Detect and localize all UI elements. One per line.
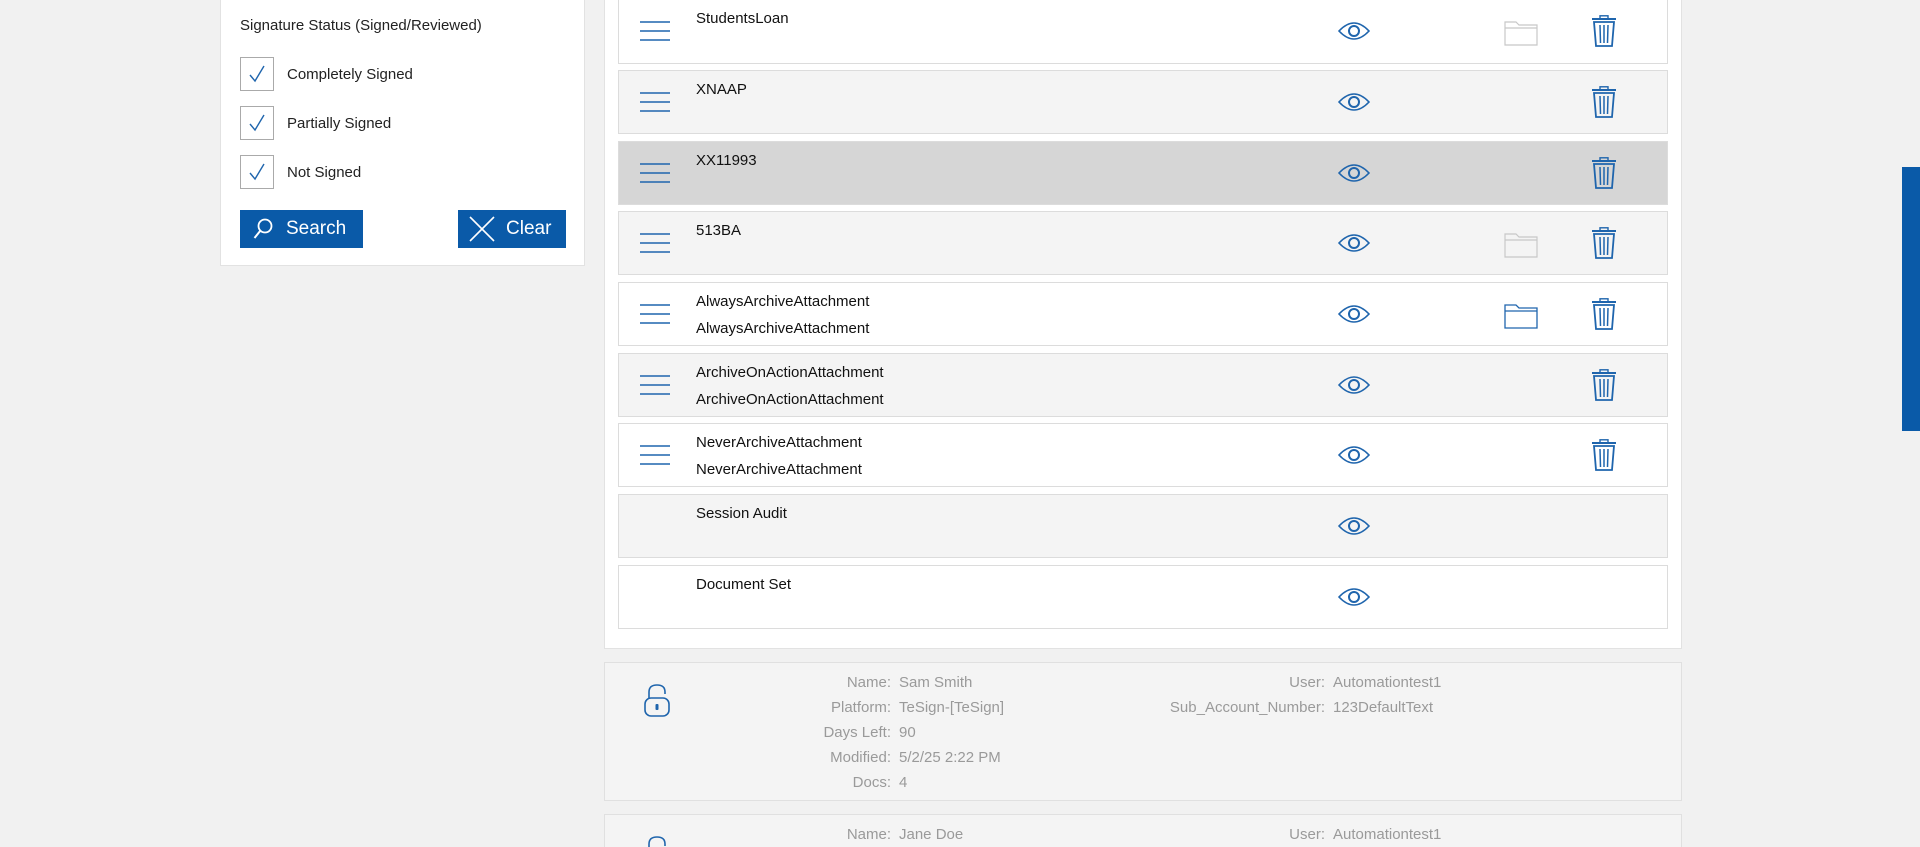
document-name: Document Set <box>696 576 792 593</box>
filter-title: Signature Status (Signed/Reviewed) <box>240 17 482 34</box>
attachment-name: ArchiveOnActionAttachment <box>696 391 884 408</box>
partially-signed-option[interactable]: Partially Signed <box>240 106 391 140</box>
platform-label: Platform: <box>830 699 891 716</box>
partially-signed-checkbox[interactable] <box>240 106 274 140</box>
session-card[interactable]: Name: Sam Smith Platform: TeSign-[TeSign… <box>604 662 1682 801</box>
document-row[interactable]: Session Audit <box>618 494 1668 558</box>
name-label: Name: <box>846 674 891 691</box>
checkmark-icon <box>249 163 265 181</box>
document-name: AlwaysArchiveAttachment <box>696 293 870 310</box>
menu-icon[interactable] <box>639 374 671 396</box>
folder-icon[interactable] <box>1504 301 1538 329</box>
user-value: Automationtest1 <box>1333 674 1442 691</box>
trash-icon[interactable] <box>1591 369 1617 401</box>
document-row[interactable]: 513BA <box>618 211 1668 275</box>
checkmark-icon <box>249 65 265 83</box>
menu-icon[interactable] <box>639 232 671 254</box>
eye-icon[interactable] <box>1338 91 1370 113</box>
document-name: XX11993 <box>696 152 757 169</box>
search-button-label: Search <box>286 218 347 239</box>
completely-signed-label: Completely Signed <box>287 65 413 83</box>
eye-icon[interactable] <box>1338 20 1370 42</box>
docs-value: 4 <box>899 774 908 791</box>
modified-value: 5/2/25 2:22 PM <box>899 749 1001 766</box>
document-row[interactable]: AlwaysArchiveAttachment AlwaysArchiveAtt… <box>618 282 1668 346</box>
folder-icon <box>1504 21 1538 46</box>
name-value: Jane Doe <box>899 826 964 843</box>
name-value: Sam Smith <box>899 674 973 691</box>
trash-icon[interactable] <box>1591 15 1617 47</box>
eye-icon[interactable] <box>1338 232 1370 254</box>
name-label: Name: <box>846 826 891 843</box>
document-list: StudentsLoan XNAAP XX11993 513BA AlwaysA… <box>604 0 1682 649</box>
user-value: Automationtest1 <box>1333 826 1442 843</box>
eye-icon[interactable] <box>1338 162 1370 184</box>
completely-signed-option[interactable]: Completely Signed <box>240 57 413 91</box>
menu-icon[interactable] <box>639 444 671 466</box>
attachment-name: NeverArchiveAttachment <box>696 461 862 478</box>
days-left-value: 90 <box>899 724 916 741</box>
document-name: StudentsLoan <box>696 10 789 27</box>
document-name: NeverArchiveAttachment <box>696 434 862 451</box>
document-row[interactable]: Document Set <box>618 565 1668 629</box>
menu-icon[interactable] <box>639 303 671 325</box>
signature-status-filter-panel: Signature Status (Signed/Reviewed) Compl… <box>220 0 585 266</box>
partially-signed-label: Partially Signed <box>287 114 392 132</box>
days-left-label: Days Left: <box>823 724 891 741</box>
trash-icon[interactable] <box>1591 298 1617 330</box>
eye-icon[interactable] <box>1338 303 1370 325</box>
lock-icon[interactable] <box>643 835 671 847</box>
user-label: User: <box>1289 826 1325 843</box>
menu-icon[interactable] <box>639 91 671 113</box>
document-row[interactable]: ArchiveOnActionAttachment ArchiveOnActio… <box>618 353 1668 417</box>
document-name: ArchiveOnActionAttachment <box>696 364 884 381</box>
sub-account-number-label: Sub_Account_Number: <box>1169 699 1325 716</box>
eye-icon[interactable] <box>1338 374 1370 396</box>
checkmark-icon <box>249 114 265 132</box>
folder-icon <box>1504 233 1538 258</box>
document-row[interactable]: StudentsLoan <box>618 0 1668 64</box>
document-row[interactable]: NeverArchiveAttachment NeverArchiveAttac… <box>618 423 1668 487</box>
clear-button[interactable]: Clear <box>458 210 566 248</box>
completely-signed-checkbox[interactable] <box>240 57 274 91</box>
document-row[interactable]: XNAAP <box>618 70 1668 134</box>
docs-label: Docs: <box>852 774 891 791</box>
modified-label: Modified: <box>830 749 891 766</box>
document-name: 513BA <box>696 222 742 239</box>
lock-icon[interactable] <box>643 683 671 717</box>
trash-icon[interactable] <box>1591 86 1617 118</box>
eye-icon[interactable] <box>1338 586 1370 608</box>
eye-icon[interactable] <box>1338 515 1370 537</box>
clear-button-label: Clear <box>506 218 552 239</box>
eye-icon[interactable] <box>1338 444 1370 466</box>
menu-icon[interactable] <box>639 162 671 184</box>
platform-value: TeSign-[TeSign] <box>899 699 1005 716</box>
document-name: Session Audit <box>696 505 787 522</box>
close-icon <box>469 216 495 242</box>
search-icon <box>253 218 273 239</box>
not-signed-option[interactable]: Not Signed <box>240 155 361 189</box>
scrollbar-thumb[interactable] <box>1902 167 1920 431</box>
search-button[interactable]: Search <box>240 210 363 248</box>
trash-icon[interactable] <box>1591 439 1617 471</box>
not-signed-checkbox[interactable] <box>240 155 274 189</box>
trash-icon[interactable] <box>1591 227 1617 259</box>
sub-account-number-value: 123DefaultText <box>1333 699 1434 716</box>
user-label: User: <box>1289 674 1325 691</box>
session-card[interactable]: Name: Jane Doe User: Automationtest1 <box>604 814 1682 847</box>
document-name: XNAAP <box>696 81 747 98</box>
trash-icon[interactable] <box>1591 157 1617 189</box>
not-signed-label: Not Signed <box>287 163 362 181</box>
document-row-selected[interactable]: XX11993 <box>618 141 1668 205</box>
attachment-name: AlwaysArchiveAttachment <box>696 320 870 337</box>
menu-icon[interactable] <box>639 20 671 42</box>
